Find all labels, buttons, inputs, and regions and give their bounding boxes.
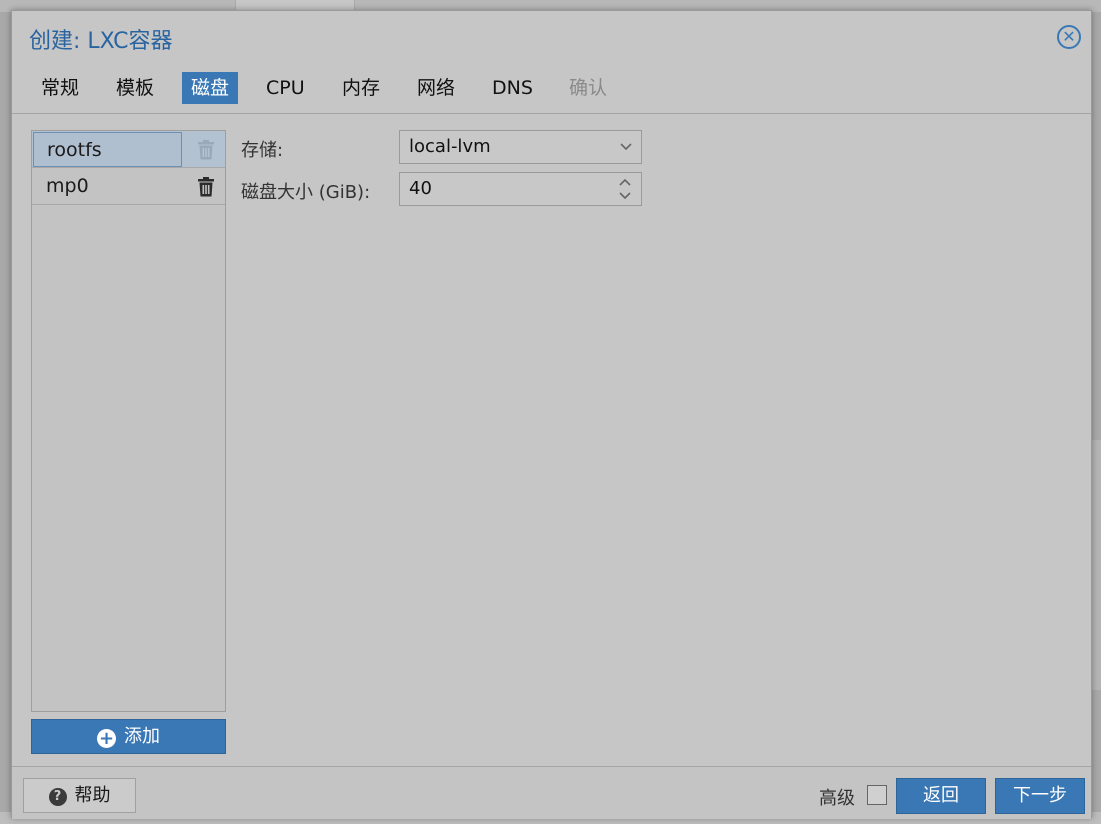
trash-icon[interactable]	[197, 177, 215, 197]
dialog-footer: ? 帮助 高级 返回 下一步	[12, 766, 1091, 819]
background-page-right	[1092, 440, 1101, 690]
wizard-tabs: 常规 模板 磁盘 CPU 内存 网络 DNS 确认	[12, 65, 1091, 114]
close-icon: ✕	[1062, 27, 1076, 46]
tab-disks[interactable]: 磁盘	[182, 72, 239, 104]
tab-dns[interactable]: DNS	[483, 72, 542, 104]
storage-label: 存储:	[241, 140, 284, 161]
plus-icon: +	[97, 728, 116, 749]
disk-row-rootfs[interactable]: rootfs	[32, 131, 225, 168]
tab-memory[interactable]: 内存	[333, 72, 389, 104]
tab-network[interactable]: 网络	[408, 72, 464, 104]
add-disk-button[interactable]: + 添加	[31, 719, 226, 754]
disks-panel: rootfs mp0 + 添加 存储: local-lvm 磁盘大小 (GiB)…	[12, 114, 1091, 766]
disk-name: rootfs	[33, 132, 182, 167]
trash-icon	[197, 140, 215, 160]
help-label: 帮助	[74, 785, 111, 806]
next-button[interactable]: 下一步	[995, 778, 1085, 814]
disk-name: mp0	[46, 175, 89, 197]
dialog-titlebar: 创建: LXC容器 ✕	[12, 11, 1091, 65]
tab-confirm: 确认	[569, 77, 608, 99]
help-button[interactable]: ? 帮助	[23, 778, 136, 813]
advanced-checkbox[interactable]	[867, 785, 887, 805]
disk-size-input[interactable]: 40	[399, 172, 642, 206]
disk-size-label: 磁盘大小 (GiB):	[241, 182, 371, 203]
tab-template[interactable]: 模板	[107, 72, 163, 104]
storage-select[interactable]: local-lvm	[399, 130, 642, 164]
create-lxc-dialog: 创建: LXC容器 ✕ 常规 模板 磁盘 CPU 内存 网络 DNS 确认 ro…	[11, 10, 1092, 819]
add-label: 添加	[124, 726, 160, 747]
tab-general[interactable]: 常规	[32, 72, 88, 104]
back-button[interactable]: 返回	[896, 778, 986, 814]
disk-list: rootfs mp0	[31, 130, 226, 712]
spinner-icon[interactable]	[618, 176, 632, 202]
storage-value: local-lvm	[409, 136, 491, 157]
dialog-title: 创建: LXC容器	[29, 29, 173, 54]
chevron-down-icon	[619, 131, 633, 163]
tab-cpu[interactable]: CPU	[257, 72, 314, 104]
close-button[interactable]: ✕	[1057, 25, 1081, 49]
help-icon: ?	[48, 788, 67, 806]
disk-row-mp0[interactable]: mp0	[32, 168, 225, 205]
disk-size-value: 40	[409, 178, 432, 199]
advanced-label: 高级	[819, 788, 855, 809]
